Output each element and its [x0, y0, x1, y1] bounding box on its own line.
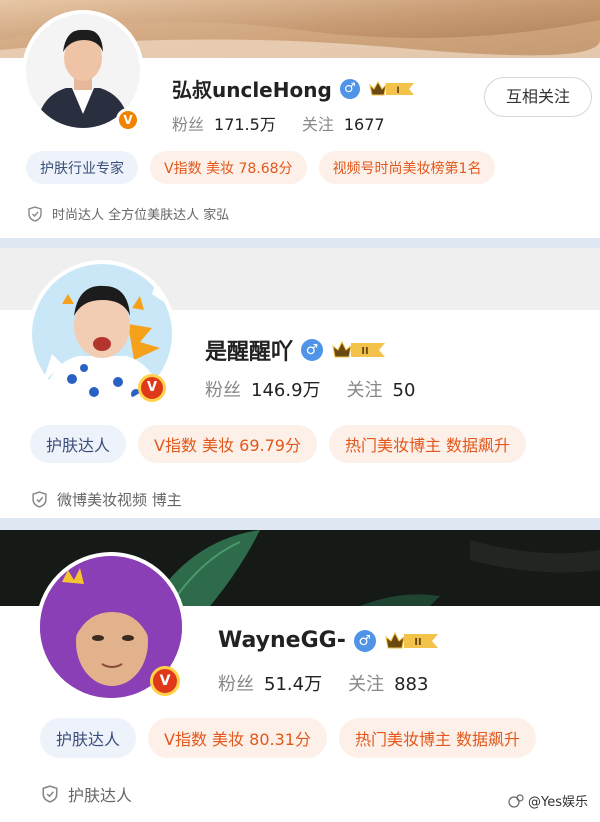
- shield-icon: [32, 491, 47, 508]
- tag-hot[interactable]: 热门美妆博主 数据飙升: [328, 425, 527, 463]
- profile-name[interactable]: 是醒醒吖: [205, 334, 293, 366]
- fans-count[interactable]: 146.9万: [251, 380, 321, 401]
- tag-ranking[interactable]: 视频号时尚美妆榜第1名: [318, 151, 496, 184]
- shield-icon: [28, 205, 42, 222]
- fans-label: 粉丝: [172, 115, 205, 134]
- male-gender-icon: ♂: [339, 78, 360, 99]
- watermark-logo-icon: [508, 793, 524, 808]
- male-gender-icon: ♂: [353, 629, 376, 652]
- profile-info: 护肤达人: [68, 786, 133, 805]
- tag-v-index[interactable]: V指数 美妆 80.31分: [148, 718, 327, 758]
- profile-info: 时尚达人 全方位美肤达人 家弘: [52, 208, 230, 223]
- profile-name[interactable]: WayneGG-: [218, 628, 346, 653]
- svg-text:II: II: [414, 637, 421, 648]
- follow-count[interactable]: 1677: [344, 115, 385, 134]
- profile-card-1: V 弘叔uncleHong ♂ I 粉丝 171.5万 关注 1677 互相关注 护…: [0, 0, 600, 238]
- level-crown-icon: II: [384, 630, 440, 652]
- follow-count[interactable]: 883: [394, 674, 428, 695]
- fans-label: 粉丝: [205, 380, 241, 401]
- fans-count[interactable]: 171.5万: [214, 115, 276, 134]
- level-crown-icon: I: [368, 78, 416, 100]
- verified-badge: V: [116, 108, 140, 132]
- tag-expert[interactable]: 护肤行业专家: [26, 151, 138, 184]
- watermark: @Yes娱乐: [508, 791, 588, 810]
- verified-badge: V: [138, 374, 166, 402]
- tag-hot[interactable]: 热门美妆博主 数据飙升: [338, 718, 537, 758]
- follow-count[interactable]: 50: [393, 380, 416, 401]
- shield-icon: [42, 785, 58, 803]
- tag-skincare[interactable]: 护肤达人: [40, 718, 137, 758]
- fans-label: 粉丝: [218, 674, 254, 695]
- profile-card-2: V 是醒醒吖 ♂ II 粉丝 146.9万 关注 50 护肤达人 V指数 美妆 69…: [0, 248, 600, 518]
- male-gender-icon: ♂: [301, 339, 324, 361]
- follow-label: 关注: [346, 380, 383, 401]
- svg-text:I: I: [396, 86, 399, 96]
- profile-card-3: V WayneGG- ♂ II 粉丝 51.4万 关注 883 护肤达人 V指数 美…: [0, 530, 600, 822]
- tag-skincare[interactable]: 护肤达人: [30, 425, 127, 463]
- svg-text:II: II: [361, 346, 368, 357]
- mutual-follow-button[interactable]: 互相关注: [484, 77, 592, 117]
- watermark-text: @Yes娱乐: [528, 795, 588, 810]
- profile-name[interactable]: 弘叔uncleHong: [172, 74, 332, 103]
- follow-label: 关注: [348, 674, 385, 695]
- profile-info: 微博美妆视频 博主: [57, 491, 182, 509]
- follow-label: 关注: [301, 115, 334, 134]
- tag-v-index[interactable]: V指数 美妆 69.79分: [138, 425, 317, 463]
- tag-v-index[interactable]: V指数 美妆 78.68分: [150, 151, 307, 184]
- fans-count[interactable]: 51.4万: [264, 674, 322, 695]
- verified-badge: V: [150, 666, 180, 696]
- level-crown-icon: II: [331, 339, 387, 361]
